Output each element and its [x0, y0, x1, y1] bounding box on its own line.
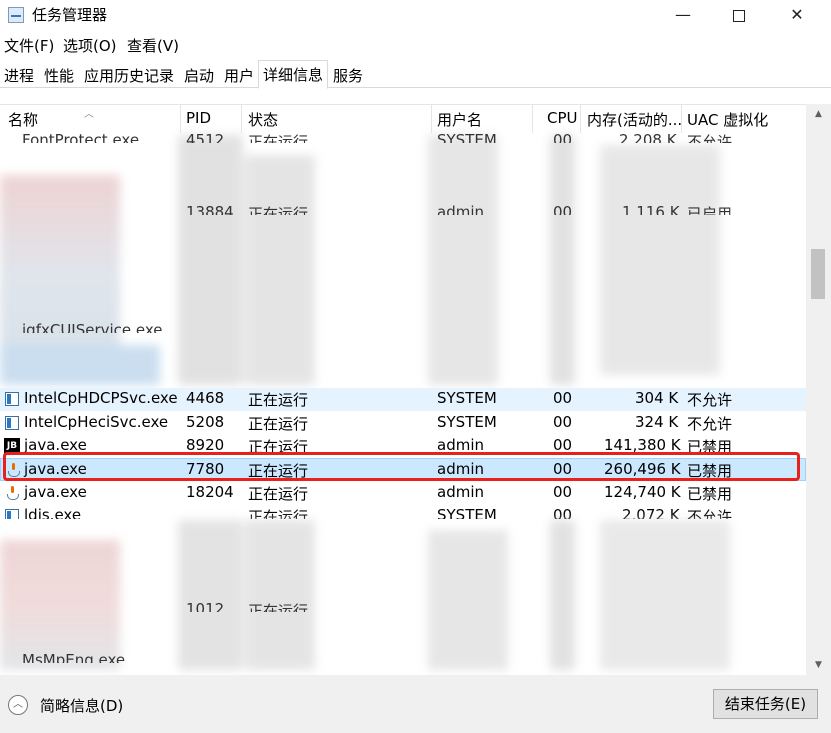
partial-row-name-3: igfxCUIService.exe — [22, 321, 163, 333]
end-task-button[interactable]: 结束任务(E) — [713, 689, 818, 719]
jetbrains-icon: JB — [4, 438, 20, 454]
partial-row-name: FontProtect.exe — [22, 131, 140, 143]
tab-users[interactable]: 用户 — [220, 63, 258, 88]
exe-icon — [5, 509, 19, 519]
col-header-uac[interactable]: UAC 虚拟化 — [687, 109, 768, 130]
footer-bar: ︿ 简略信息(D) 结束任务(E) — [0, 675, 831, 733]
scroll-thumb[interactable] — [811, 249, 825, 299]
col-header-memory[interactable]: 内存(活动的... — [587, 109, 682, 130]
col-header-name[interactable]: 名称 — [8, 109, 38, 130]
table-row[interactable]: IntelCpHDCPSvc.exe 4468 正在运行 SYSTEM 00 3… — [0, 388, 806, 411]
exe-icon — [5, 392, 19, 406]
partial-row-name-6: MsMpEng.exe — [22, 651, 126, 663]
scroll-up-icon[interactable]: ▲ — [806, 104, 831, 124]
tab-details[interactable]: 详细信息 — [258, 60, 329, 89]
partial-row-status: 正在运行 — [248, 133, 309, 143]
maximize-icon — [733, 9, 745, 22]
partial-row-user: SYSTEM — [437, 131, 497, 143]
partial-row-uac: 不允许 — [687, 133, 733, 143]
partial-row-memory-2: 1,116 K — [622, 203, 680, 215]
partial-row-status-5: 正在运行 — [248, 602, 309, 612]
menu-file[interactable]: 文件(F) — [4, 35, 54, 56]
col-header-pid[interactable]: PID — [186, 109, 211, 127]
col-header-status[interactable]: 状态 — [248, 109, 278, 130]
tab-strip: 进程 性能 应用历史记录 启动 用户 详细信息 服务 — [0, 60, 831, 89]
blurred-rows-top — [0, 135, 806, 385]
tab-services[interactable]: 服务 — [329, 63, 367, 88]
minimize-button[interactable]: — — [654, 0, 712, 30]
partial-row-pid-5: 1012 — [186, 600, 225, 612]
menu-bar: 文件(F) 选项(O) 查看(V) — [0, 32, 831, 56]
sort-up-icon: ︿ — [84, 109, 94, 120]
tab-performance[interactable]: 性能 — [40, 63, 78, 88]
tab-startup[interactable]: 启动 — [180, 63, 218, 88]
column-headers: ︿ 名称 PID 状态 用户名 CPU 内存(活动的... UAC 虚拟化 — [0, 105, 806, 133]
partial-row-cpu-2: 00 — [553, 203, 573, 215]
table-row[interactable]: java.exe 18204 正在运行 admin 00 124,740 K 已… — [0, 482, 806, 505]
table-row[interactable]: IntelCpHeciSvc.exe 5208 正在运行 SYSTEM 00 3… — [0, 412, 806, 435]
menu-options[interactable]: 选项(O) — [63, 35, 117, 56]
maximize-button[interactable] — [710, 0, 768, 30]
window-title: 任务管理器 — [32, 6, 108, 24]
partial-row-status-2: 正在运行 — [248, 205, 309, 215]
col-header-username[interactable]: 用户名 — [437, 109, 482, 130]
menu-view[interactable]: 查看(V) — [127, 35, 179, 56]
title-bar[interactable]: 任务管理器 — ✕ — [0, 0, 831, 30]
partial-row-uac-2: 已启用 — [687, 205, 733, 215]
scroll-down-icon[interactable]: ▼ — [806, 655, 831, 675]
table-row-partial[interactable]: ldis.exe 正在运行 SYSTEM 00 2,072 K 不允许 — [0, 505, 806, 519]
exe-icon — [5, 416, 19, 430]
table-row[interactable]: JB java.exe 8920 正在运行 admin 00 141,380 K… — [0, 435, 806, 458]
vertical-scrollbar[interactable]: ▲ ▼ — [806, 104, 831, 675]
partial-row-cpu: 00 — [553, 131, 573, 143]
tab-processes[interactable]: 进程 — [0, 63, 38, 88]
close-button[interactable]: ✕ — [768, 0, 826, 30]
table-row-selected[interactable]: java.exe 7780 正在运行 admin 00 260,496 K 已禁… — [0, 458, 806, 481]
col-header-cpu[interactable]: CPU — [547, 109, 578, 127]
chevron-up-icon[interactable]: ︿ — [8, 695, 28, 715]
partial-row-pid: 4512 — [186, 131, 225, 143]
details-grid[interactable]: ︿ 名称 PID 状态 用户名 CPU 内存(活动的... UAC 虚拟化 Fo… — [0, 104, 806, 675]
tab-app-history[interactable]: 应用历史记录 — [80, 63, 178, 88]
java-icon — [5, 485, 19, 501]
task-manager-icon — [8, 7, 24, 23]
partial-row-memory: 2,208 K — [619, 131, 677, 143]
java-icon — [6, 462, 20, 478]
fewer-details-link[interactable]: 简略信息(D) — [40, 695, 123, 716]
partial-row-user-2: admin — [437, 203, 484, 215]
partial-row-pid-2: 13884 — [186, 203, 234, 215]
